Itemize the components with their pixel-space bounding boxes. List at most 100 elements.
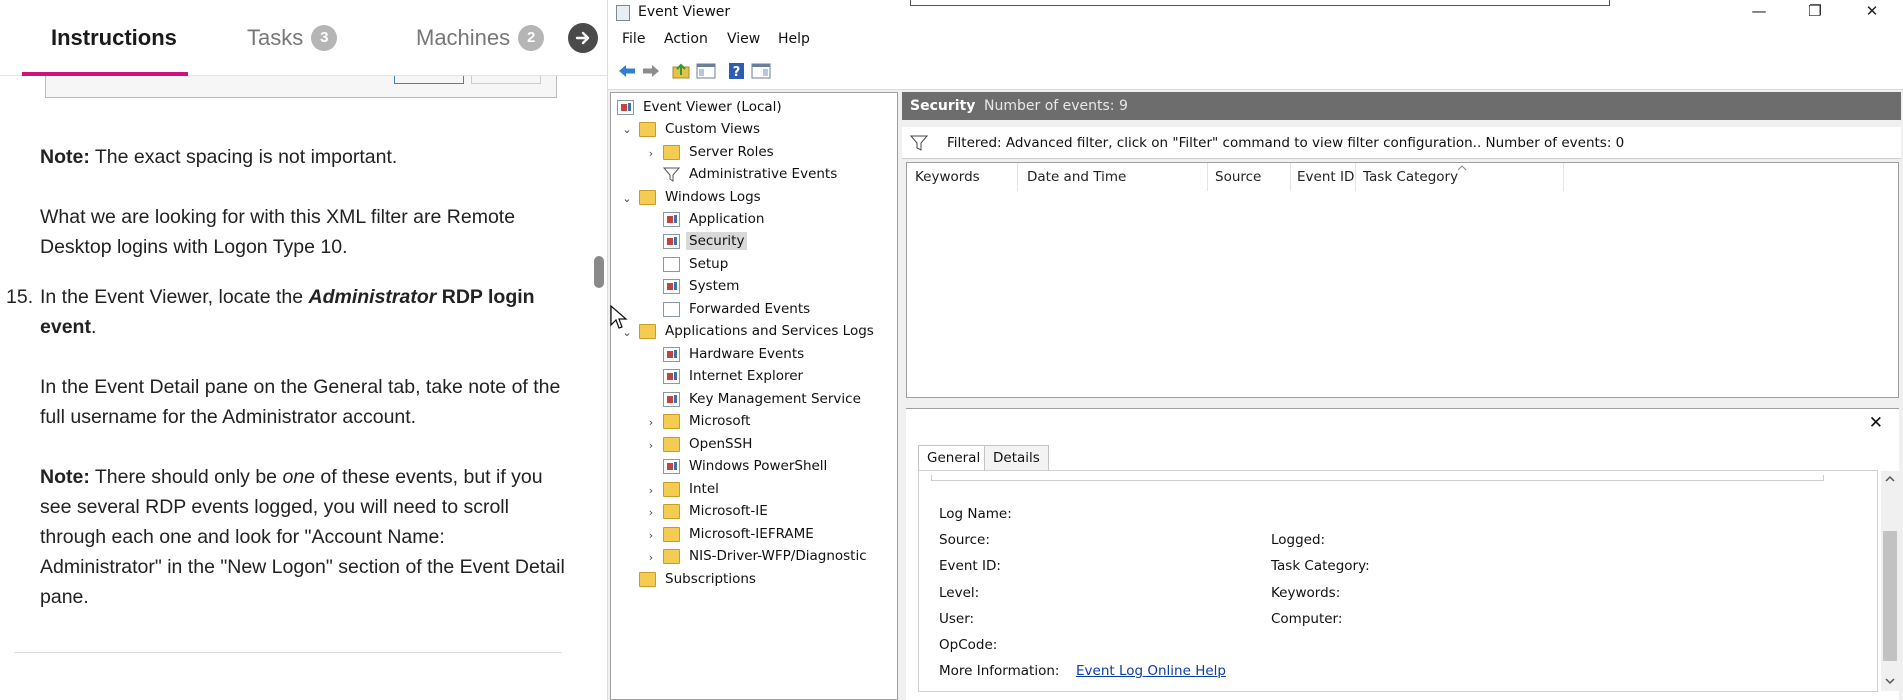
- tab-machines[interactable]: Machines 2: [416, 0, 545, 76]
- tree-item-security[interactable]: Security: [663, 230, 748, 252]
- detail-scrollbar[interactable]: [1881, 471, 1899, 691]
- tab-details[interactable]: Details: [984, 445, 1049, 471]
- instructions-scrollbar[interactable]: [594, 256, 604, 288]
- chevron-down-icon[interactable]: ⌄: [621, 123, 633, 136]
- tree-item-nis-driver[interactable]: NIS-Driver-WFP/Diagnostic: [663, 545, 870, 567]
- help-button[interactable]: ?: [726, 61, 748, 81]
- tab-instructions-label: Instructions: [51, 25, 177, 50]
- title-bar-search-area: [910, 0, 1610, 6]
- column-source[interactable]: Source: [1215, 169, 1261, 185]
- note-spacing-text: The exact spacing is not important.: [89, 146, 398, 168]
- next-arrow-button[interactable]: [568, 23, 598, 53]
- show-hide-tree-button[interactable]: [695, 61, 717, 81]
- chevron-right-icon[interactable]: ›: [645, 416, 657, 429]
- tab-tasks[interactable]: Tasks 3: [247, 0, 338, 76]
- event-log-icon: [663, 256, 680, 272]
- close-window-button[interactable]: ✕: [1848, 0, 1896, 22]
- chevron-right-icon[interactable]: ›: [645, 529, 657, 542]
- note2-label: Note:: [40, 466, 90, 488]
- xml-filter-paragraph: What we are looking for with this XML fi…: [40, 206, 516, 258]
- chevron-right-icon[interactable]: ›: [645, 147, 657, 160]
- events-table[interactable]: Keywords Date and Time Source Event ID T…: [906, 162, 1899, 398]
- close-icon: ✕: [1865, 2, 1879, 20]
- back-button[interactable]: [616, 61, 638, 81]
- restore-button[interactable]: ❐: [1791, 0, 1839, 22]
- tree-item-microsoft[interactable]: Microsoft: [663, 410, 753, 432]
- event-log-online-help-link[interactable]: Event Log Online Help: [1076, 663, 1226, 679]
- menu-action[interactable]: Action: [664, 31, 708, 47]
- tree-item-intel[interactable]: Intel: [663, 478, 722, 500]
- step-text-pre: In the Event Viewer, locate the: [40, 286, 309, 308]
- menu-file[interactable]: File: [622, 31, 645, 47]
- tab-instructions[interactable]: Instructions: [51, 0, 177, 76]
- event-viewer-window: Event Viewer — ❐ ✕ File Action View Help: [608, 0, 1903, 700]
- tree-item-applications-services-logs[interactable]: Applications and Services Logs: [639, 320, 877, 342]
- column-event-id[interactable]: Event ID: [1297, 169, 1354, 185]
- event-detail-paragraph: In the Event Detail pane on the General …: [40, 376, 561, 428]
- forward-button[interactable]: [640, 61, 662, 81]
- tree-item-internet-explorer[interactable]: Internet Explorer: [663, 365, 806, 387]
- tree-item-hardware-events[interactable]: Hardware Events: [663, 343, 807, 365]
- scroll-down-icon[interactable]: [1885, 677, 1895, 685]
- column-keywords[interactable]: Keywords: [915, 169, 980, 185]
- tree-item-subscriptions[interactable]: Subscriptions: [639, 568, 759, 590]
- content-divider: [14, 652, 562, 653]
- tree-item-microsoft-ie[interactable]: Microsoft-IE: [663, 500, 771, 522]
- folder-icon: [663, 436, 680, 452]
- menu-bar: File Action View Help: [608, 26, 1903, 52]
- column-date-time[interactable]: Date and Time: [1027, 169, 1126, 185]
- tree-item-key-management-service[interactable]: Key Management Service: [663, 388, 864, 410]
- minimize-icon: —: [1751, 2, 1767, 20]
- screenshot-thumbnail-fragment: [45, 76, 557, 98]
- folder-icon: [639, 189, 656, 205]
- filter-bar: Filtered: Advanced filter, click on "Fil…: [902, 127, 1901, 159]
- tree-item-custom-views[interactable]: Custom Views: [639, 118, 763, 140]
- tree-item-setup[interactable]: Setup: [663, 253, 731, 275]
- folder-icon: [639, 121, 656, 137]
- tab-machines-label: Machines: [416, 25, 511, 50]
- tree-item-windows-powershell[interactable]: Windows PowerShell: [663, 455, 830, 477]
- tree-item-event-viewer-local[interactable]: Event Viewer (Local): [617, 96, 785, 118]
- chevron-right-icon[interactable]: ›: [645, 506, 657, 519]
- chevron-down-icon[interactable]: ⌄: [621, 192, 633, 205]
- show-hide-action-pane-button[interactable]: [750, 61, 772, 81]
- window-title: Event Viewer: [638, 4, 731, 20]
- menu-view[interactable]: View: [727, 31, 760, 47]
- filter-icon: [663, 167, 680, 182]
- tree-item-windows-logs[interactable]: Windows Logs: [639, 186, 764, 208]
- event-log-icon: [663, 391, 680, 407]
- label-logged: Logged:: [1271, 532, 1326, 548]
- step-15-text: In the Event Viewer, locate the Administ…: [40, 282, 570, 342]
- filter-status-text: Filtered: Advanced filter, click on "Fil…: [947, 135, 1625, 151]
- menu-help[interactable]: Help: [778, 31, 810, 47]
- chevron-right-icon[interactable]: ›: [645, 484, 657, 497]
- log-header: Security Number of events: 9: [902, 92, 1901, 120]
- tree-item-server-roles[interactable]: Server Roles: [663, 141, 777, 163]
- chevron-right-icon[interactable]: ›: [645, 551, 657, 564]
- folder-icon: [663, 481, 680, 497]
- minimize-button[interactable]: —: [1735, 0, 1783, 22]
- tree-item-forwarded-events[interactable]: Forwarded Events: [663, 298, 813, 320]
- note-spacing: Note: The exact spacing is not important…: [40, 142, 570, 172]
- tree-item-system[interactable]: System: [663, 275, 742, 297]
- tree-label: Microsoft-IE: [689, 503, 768, 519]
- folder-icon: [663, 144, 680, 160]
- chevron-right-icon[interactable]: ›: [645, 439, 657, 452]
- event-detail-pane: ✕ General Details Log Name: Source: Logg…: [906, 408, 1899, 700]
- message-box-fragment: [931, 475, 1824, 481]
- folder-icon: [663, 548, 680, 564]
- column-task-category[interactable]: Task Category: [1363, 169, 1458, 185]
- scroll-up-icon[interactable]: [1885, 475, 1895, 483]
- tree-item-application[interactable]: Application: [663, 208, 767, 230]
- tree-item-administrative-events[interactable]: Administrative Events: [663, 163, 840, 185]
- up-folder-button[interactable]: [671, 61, 693, 81]
- detail-scroll-thumb[interactable]: [1883, 531, 1897, 661]
- tree-label: Forwarded Events: [689, 301, 811, 317]
- tree-label: Internet Explorer: [689, 368, 804, 384]
- title-bar[interactable]: Event Viewer — ❐ ✕: [608, 0, 1903, 26]
- tree-item-microsoft-ieframe[interactable]: Microsoft-IEFRAME: [663, 523, 817, 545]
- tree-item-openssh[interactable]: OpenSSH: [663, 433, 755, 455]
- detail-close-button[interactable]: ✕: [1869, 413, 1883, 433]
- step-text-post: .: [90, 316, 97, 338]
- tab-general[interactable]: General: [918, 445, 990, 471]
